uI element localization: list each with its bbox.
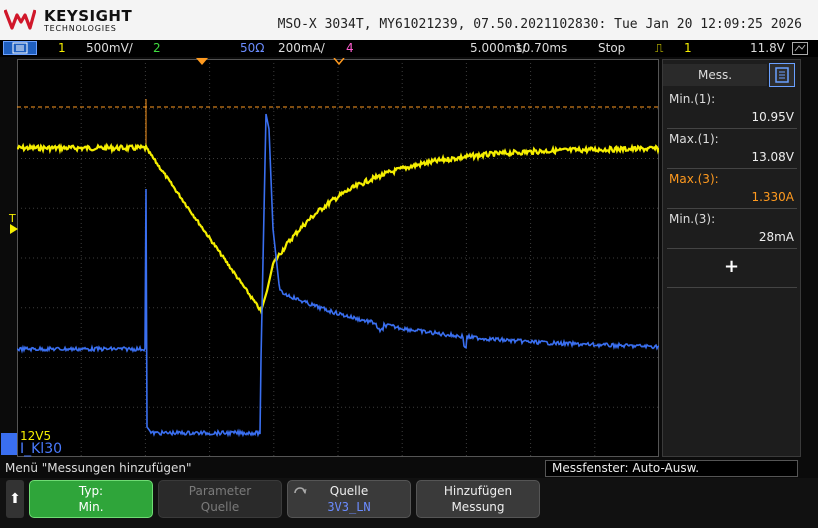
timebase-delay[interactable]: 10.70ms — [515, 41, 567, 55]
softkey-add-value: Messung — [451, 500, 505, 514]
header-bar: KEYSIGHT TECHNOLOGIES MSO-X 3034T, MY610… — [0, 0, 818, 40]
softkey-source-value: 3V3_LN — [327, 500, 371, 514]
divider — [667, 168, 797, 169]
ch1-waveform — [17, 142, 659, 315]
measurement-3-value: 1.330A — [751, 190, 794, 204]
softkey-source[interactable]: Quelle 3V3_LN — [287, 480, 411, 518]
waveform-graticule — [17, 59, 659, 457]
trigger-position-marker — [196, 58, 208, 65]
brand-subtitle: TECHNOLOGIES — [44, 24, 117, 33]
softkey-parameter-source[interactable]: Parameter Quelle — [158, 480, 282, 518]
softkey-parameter-label: Parameter — [188, 484, 252, 498]
softkey-parameter-value: Quelle — [200, 500, 240, 514]
waveform-display[interactable] — [17, 59, 659, 457]
menu-icon — [12, 42, 28, 54]
ch3-scale[interactable]: 200mA/ — [278, 41, 325, 55]
ch3-impedance[interactable]: 50Ω — [240, 41, 264, 55]
panel-menu-icon[interactable] — [769, 63, 795, 87]
ch3-waveform — [17, 113, 659, 438]
measurement-2-value: 13.08V — [751, 150, 794, 164]
divider — [667, 128, 797, 129]
connection-icon — [792, 42, 808, 55]
instrument-title: MSO-X 3034T, MY61021239, 07.50.202110283… — [277, 17, 802, 32]
measurement-panel: Mess. Min.(1): 10.95V Max.(1): 13.08V Ma… — [662, 59, 801, 457]
status-bar: 1 500mV/ 2 50Ω 200mA/ 4 5.000ms/ 10.70ms… — [0, 40, 818, 57]
delay-marker — [333, 58, 345, 66]
menu-hint: Menü "Messungen hinzufügen" — [5, 461, 192, 475]
brand-name: KEYSIGHT — [44, 7, 133, 25]
measurement-3-label: Max.(3): — [669, 172, 719, 186]
trigger-level[interactable]: 11.8V — [750, 41, 785, 55]
panel-title[interactable]: Mess. — [663, 64, 767, 86]
entry-knob-icon — [294, 487, 307, 495]
add-measurement-plus-icon[interactable]: + — [663, 256, 800, 277]
measurement-1-label: Min.(1): — [669, 92, 716, 106]
ch2-number[interactable]: 2 — [153, 41, 161, 55]
softkey-add-label: Hinzufügen — [443, 484, 513, 498]
keysight-logo-icon — [4, 9, 36, 30]
trigger-channel[interactable]: 1 — [684, 41, 692, 55]
measurement-2-label: Max.(1): — [669, 132, 719, 146]
ch3-label: I_Kl30 — [20, 441, 63, 457]
ch4-number[interactable]: 4 — [346, 41, 354, 55]
measurement-window-hint: Messfenster: Auto-Ausw. — [545, 460, 798, 477]
measurement-4-label: Min.(3): — [669, 212, 716, 226]
divider — [667, 208, 797, 209]
ch1-number[interactable]: 1 — [58, 41, 66, 55]
softkey-add-measurement[interactable]: Hinzufügen Messung — [416, 480, 540, 518]
ch1-scale[interactable]: 500mV/ — [86, 41, 133, 55]
ch3-ground-marker — [1, 433, 17, 455]
back-arrow-icon[interactable]: ⬆ — [6, 480, 24, 518]
measurement-1-value: 10.95V — [751, 110, 794, 124]
divider — [667, 248, 797, 249]
measurement-4-value: 28mA — [758, 230, 794, 244]
softkey-type-value: Min. — [78, 500, 104, 514]
ch1-ground-marker — [10, 224, 18, 234]
divider — [667, 287, 797, 288]
main-menu-button[interactable] — [3, 41, 37, 55]
softkey-type[interactable]: Typ: Min. — [29, 480, 153, 518]
run-state[interactable]: Stop — [598, 41, 625, 55]
softkey-type-label: Typ: — [78, 484, 104, 498]
trigger-edge-icon: ⎍ — [655, 41, 664, 55]
